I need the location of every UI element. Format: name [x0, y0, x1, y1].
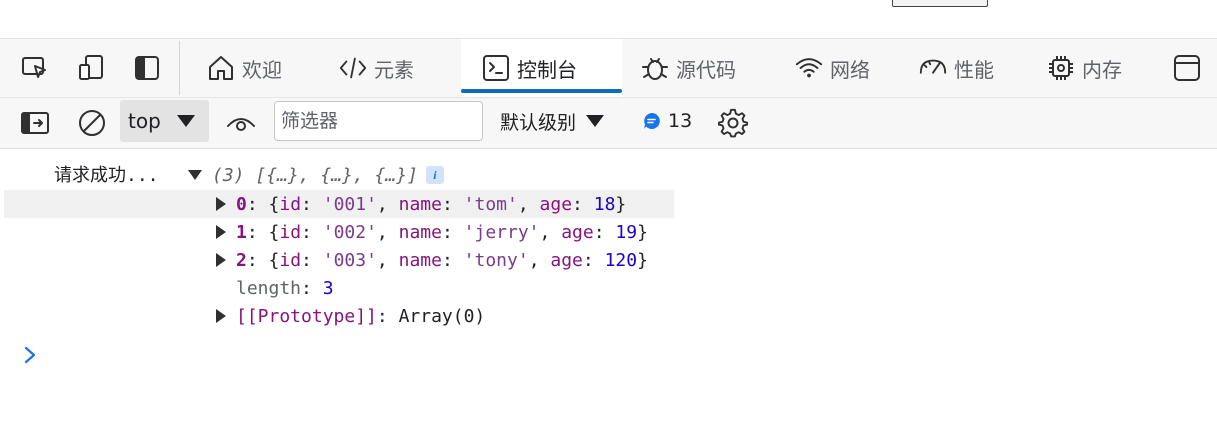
- gauge-icon: [918, 53, 948, 83]
- array-item-row[interactable]: 1: {id: '002', name: 'jerry', age: 19}: [216, 218, 648, 246]
- show-console-sidebar-icon[interactable]: [20, 108, 50, 138]
- active-tab-indicator: [461, 89, 622, 93]
- log-levels-label: 默认级别: [500, 111, 577, 134]
- prototype-label: [[Prototype]]: [236, 305, 377, 327]
- tab-performance[interactable]: 性能: [918, 39, 994, 97]
- context-value: top: [128, 109, 161, 133]
- tab-memory[interactable]: 内存: [1046, 39, 1122, 97]
- tab-label: 性能: [954, 57, 994, 82]
- message-count-badge[interactable]: 13: [642, 98, 692, 144]
- array-summary[interactable]: (3) [{…}, {…}, {…}] i: [188, 163, 444, 187]
- tab-label: 控制台: [517, 57, 577, 82]
- prototype-value: Array(0): [398, 305, 486, 327]
- array-item-row[interactable]: 2: {id: '003', name: 'tony', age: 120}: [216, 246, 648, 274]
- clear-console-icon[interactable]: [77, 108, 107, 138]
- prototype-row[interactable]: [[Prototype]]: Array(0): [216, 302, 485, 330]
- dock-sidebar-icon[interactable]: [132, 53, 162, 83]
- log-levels-dropdown[interactable]: 默认级别: [500, 98, 605, 144]
- console-toolbar: top 默认级别 13: [0, 98, 1217, 149]
- live-expression-eye-icon[interactable]: [226, 108, 256, 138]
- triangle-collapsed-icon[interactable]: [216, 225, 226, 239]
- bug-icon: [640, 53, 670, 83]
- info-icon[interactable]: i: [425, 166, 444, 184]
- triangle-collapsed-icon[interactable]: [216, 309, 226, 323]
- context-selector[interactable]: top: [120, 100, 209, 142]
- array-summary-text: (3) [{…}, {…}, {…}]: [212, 164, 418, 186]
- chip-icon: [1046, 53, 1076, 83]
- message-bubble-icon: [642, 111, 662, 131]
- console-settings-gear-icon[interactable]: [717, 108, 749, 138]
- browser-top-strip: [0, 0, 1217, 39]
- tab-label: 网络: [830, 57, 870, 82]
- tab-application-partial[interactable]: [1172, 39, 1208, 97]
- array-item-row[interactable]: 0: {id: '001', name: 'tom', age: 18}: [4, 190, 674, 218]
- tab-sources[interactable]: 源代码: [640, 39, 736, 97]
- tab-elements[interactable]: 元素: [338, 39, 414, 97]
- tab-label: 元素: [374, 57, 414, 82]
- console-prompt-chevron-icon[interactable]: [20, 343, 40, 367]
- tab-label: 内存: [1082, 57, 1122, 82]
- triangle-collapsed-icon[interactable]: [216, 197, 226, 211]
- tab-label: 欢迎: [242, 57, 282, 82]
- tab-welcome[interactable]: 欢迎: [206, 39, 282, 97]
- chevron-down-icon: [586, 115, 605, 127]
- device-emulation-icon[interactable]: [76, 53, 106, 83]
- length-property-row: length: 3: [236, 277, 334, 299]
- home-icon: [206, 53, 236, 83]
- inspect-element-icon[interactable]: [20, 53, 50, 83]
- filter-input[interactable]: [274, 101, 483, 141]
- tab-console[interactable]: 控制台: [461, 39, 622, 97]
- message-count: 13: [668, 110, 693, 132]
- page-element-fragment: [892, 0, 988, 7]
- toolbar-divider: [179, 41, 180, 95]
- console-output: 请求成功... (3) [{…}, {…}, {…}] i 0: {id: '0…: [0, 149, 1217, 421]
- devtools-tab-bar: 欢迎 元素 控制台 源代码 网络 性能 内存: [0, 39, 1217, 98]
- tab-label: 源代码: [676, 57, 736, 82]
- console-icon: [481, 53, 511, 83]
- application-icon: [1172, 53, 1202, 83]
- wifi-icon: [794, 53, 824, 83]
- code-icon: [338, 53, 368, 83]
- triangle-collapsed-icon[interactable]: [216, 253, 226, 267]
- length-value: 3: [322, 277, 334, 299]
- length-label: length: [236, 277, 302, 299]
- tab-network[interactable]: 网络: [794, 39, 870, 97]
- triangle-expanded-icon[interactable]: [188, 170, 202, 180]
- log-message: 请求成功...: [54, 165, 159, 186]
- chevron-down-icon: [177, 115, 195, 127]
